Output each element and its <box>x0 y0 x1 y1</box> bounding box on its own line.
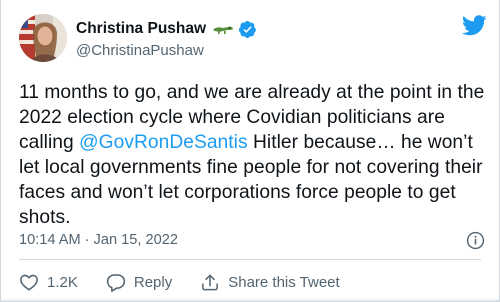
verified-badge-icon <box>238 20 257 39</box>
like-button[interactable]: 1.2K <box>19 273 78 291</box>
author-name-row[interactable]: Christina Pushaw <box>76 19 257 39</box>
tweet-actions: 1.2K Reply Share this Tweet <box>19 271 368 293</box>
share-button[interactable]: Share this Tweet <box>200 273 340 292</box>
avatar[interactable] <box>19 14 67 62</box>
twitter-bird-icon[interactable] <box>462 15 487 41</box>
mention-link[interactable]: @GovRonDeSantis <box>79 132 247 153</box>
author-handle[interactable]: @ChristinaPushaw <box>76 42 204 59</box>
info-icon[interactable] <box>466 231 485 255</box>
tweet-card: Christina Pushaw @ChristinaPushaw 11 mon… <box>0 0 500 302</box>
tweet-timestamp[interactable]: 10:14 AM · Jan 15, 2022 <box>19 232 178 248</box>
avatar-image <box>19 14 67 62</box>
share-arrow-icon <box>202 274 219 290</box>
like-count: 1.2K <box>47 273 78 291</box>
tweet-date[interactable]: Jan 15, 2022 <box>94 232 178 248</box>
reply-bubble-icon <box>106 273 125 292</box>
share-label: Share this Tweet <box>228 273 340 291</box>
meta-separator: · <box>84 232 90 248</box>
tweet-time[interactable]: 10:14 AM <box>19 232 81 248</box>
alligator-emoji-icon <box>212 23 234 35</box>
divider <box>19 259 481 260</box>
reply-button[interactable]: Reply <box>106 273 172 292</box>
heart-icon <box>20 274 38 291</box>
author-display-name[interactable]: Christina Pushaw <box>76 20 206 38</box>
card-bottom-edge <box>1 298 499 301</box>
tweet-text: 11 months to go, and we are already at t… <box>19 80 489 230</box>
reply-label: Reply <box>133 273 173 291</box>
